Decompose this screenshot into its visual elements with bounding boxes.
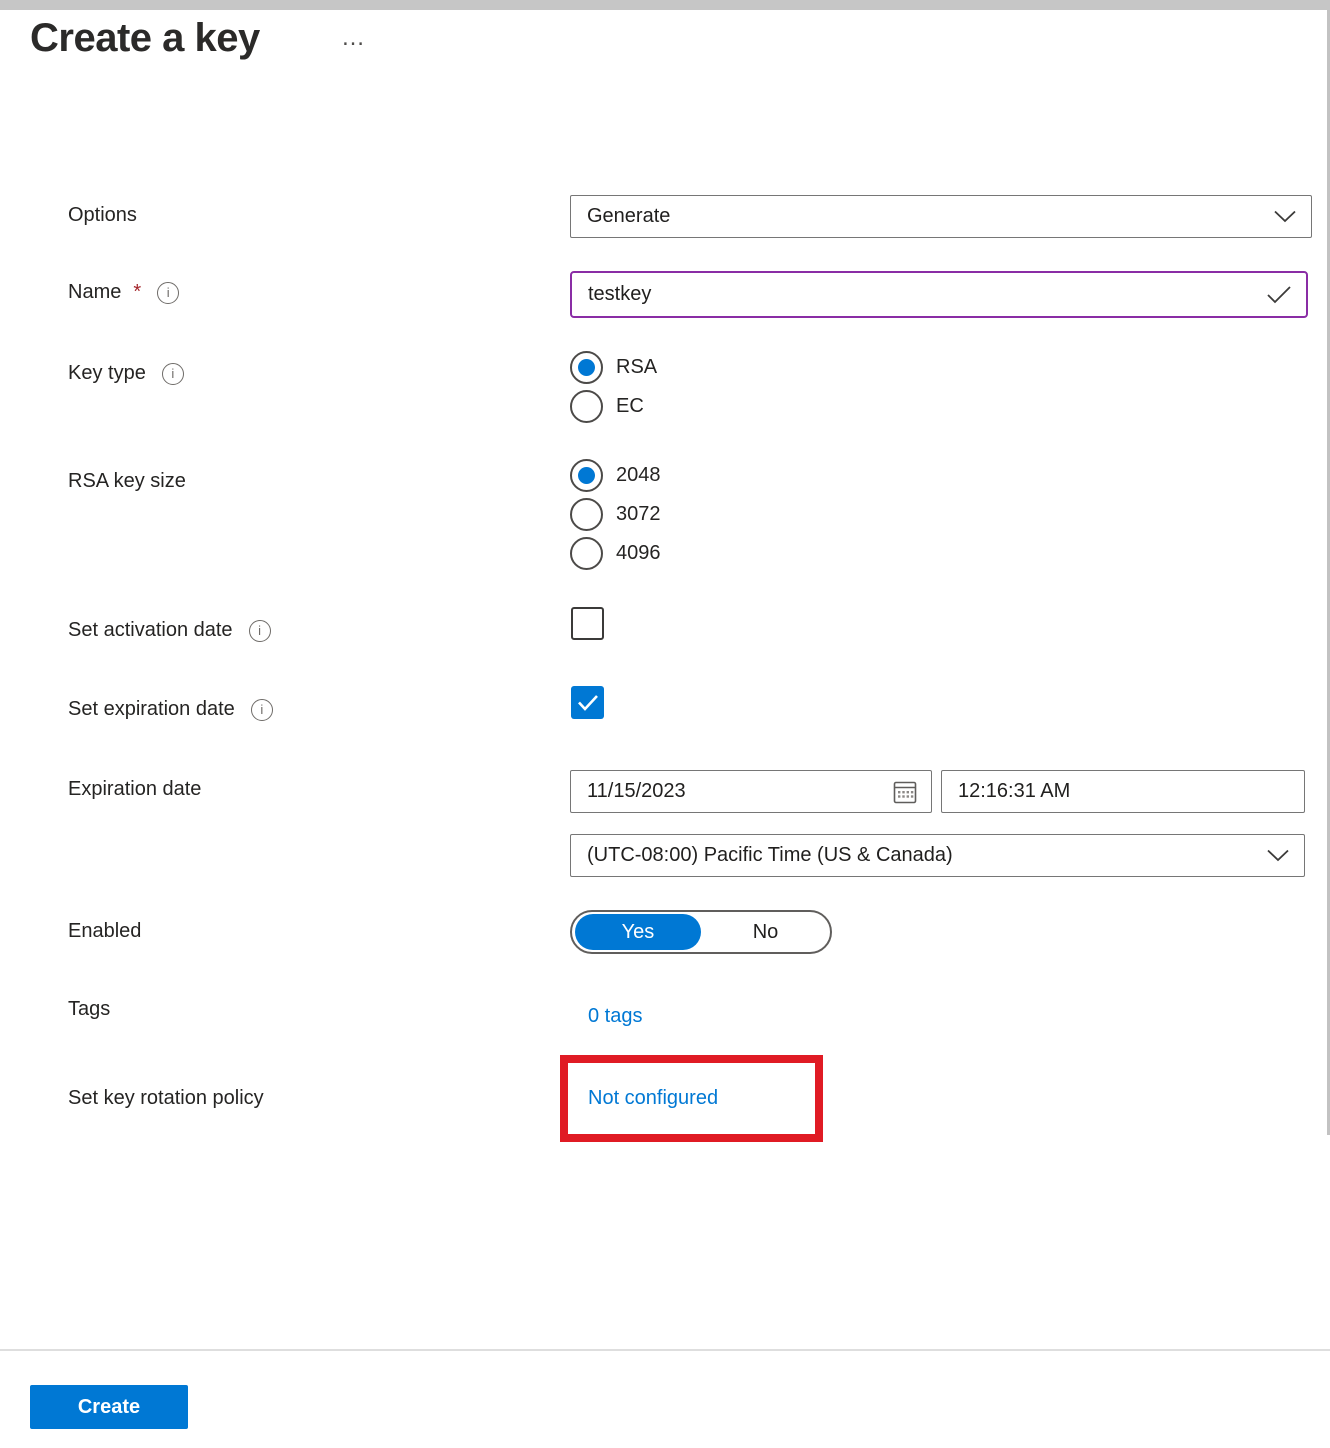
key-type-radio-group: RSA EC [570, 351, 657, 423]
required-asterisk: * [133, 281, 141, 304]
set-expiration-date-checkbox[interactable] [571, 686, 604, 719]
chevron-down-icon [1273, 210, 1297, 223]
page-title: Create a key [30, 16, 260, 61]
more-options-icon[interactable]: … [341, 24, 366, 52]
expiration-date-label: Expiration date [68, 778, 201, 801]
enabled-toggle[interactable]: Yes No [570, 910, 832, 954]
enabled-toggle-yes[interactable]: Yes [575, 914, 701, 950]
expiration-date-value: 11/15/2023 [587, 780, 686, 803]
radio-unselected-icon [570, 390, 603, 423]
name-info-icon[interactable]: i [157, 282, 179, 304]
expiration-date-input[interactable]: 11/15/2023 [570, 770, 932, 813]
chevron-down-icon [1266, 849, 1290, 862]
window-top-bar [0, 0, 1330, 10]
calendar-icon[interactable] [893, 778, 917, 805]
radio-unselected-icon [570, 498, 603, 531]
footer-divider [0, 1349, 1330, 1351]
rsa-size-option-3072[interactable]: 3072 [570, 498, 661, 531]
rsa-key-size-radio-group: 2048 3072 4096 [570, 459, 661, 570]
check-icon [577, 694, 599, 711]
rsa-size-option-4096[interactable]: 4096 [570, 537, 661, 570]
key-type-label: Key type i [68, 362, 184, 385]
rotation-policy-link[interactable]: Not configured [588, 1087, 718, 1110]
options-label: Options [68, 204, 137, 227]
tags-label: Tags [68, 998, 110, 1021]
name-input-value: testkey [588, 283, 651, 306]
rsa-key-size-label: RSA key size [68, 470, 186, 493]
enabled-label: Enabled [68, 920, 141, 943]
radio-selected-icon [570, 459, 603, 492]
radio-unselected-icon [570, 537, 603, 570]
timezone-dropdown[interactable]: (UTC-08:00) Pacific Time (US & Canada) [570, 834, 1305, 877]
activation-info-icon[interactable]: i [249, 620, 271, 642]
set-activation-date-checkbox[interactable] [571, 607, 604, 640]
key-type-option-ec[interactable]: EC [570, 390, 657, 423]
set-activation-date-label: Set activation date i [68, 619, 271, 642]
options-dropdown[interactable]: Generate [570, 195, 1312, 238]
valid-checkmark-icon [1266, 285, 1292, 304]
options-dropdown-value: Generate [587, 205, 670, 228]
rotation-policy-label: Set key rotation policy [68, 1087, 264, 1110]
key-type-option-rsa[interactable]: RSA [570, 351, 657, 384]
red-highlight-annotation: Not configured [560, 1055, 823, 1142]
expiration-time-input[interactable]: 12:16:31 AM [941, 770, 1305, 813]
create-button[interactable]: Create [30, 1385, 188, 1429]
expiration-info-icon[interactable]: i [251, 699, 273, 721]
timezone-value: (UTC-08:00) Pacific Time (US & Canada) [587, 844, 953, 867]
enabled-toggle-no[interactable]: No [701, 921, 830, 944]
expiration-time-value: 12:16:31 AM [958, 780, 1070, 803]
name-input[interactable]: testkey [570, 271, 1308, 318]
tags-link[interactable]: 0 tags [588, 1005, 642, 1028]
rsa-size-option-2048[interactable]: 2048 [570, 459, 661, 492]
radio-selected-icon [570, 351, 603, 384]
key-type-info-icon[interactable]: i [162, 363, 184, 385]
name-label: Name* i [68, 281, 179, 304]
set-expiration-date-label: Set expiration date i [68, 698, 273, 721]
